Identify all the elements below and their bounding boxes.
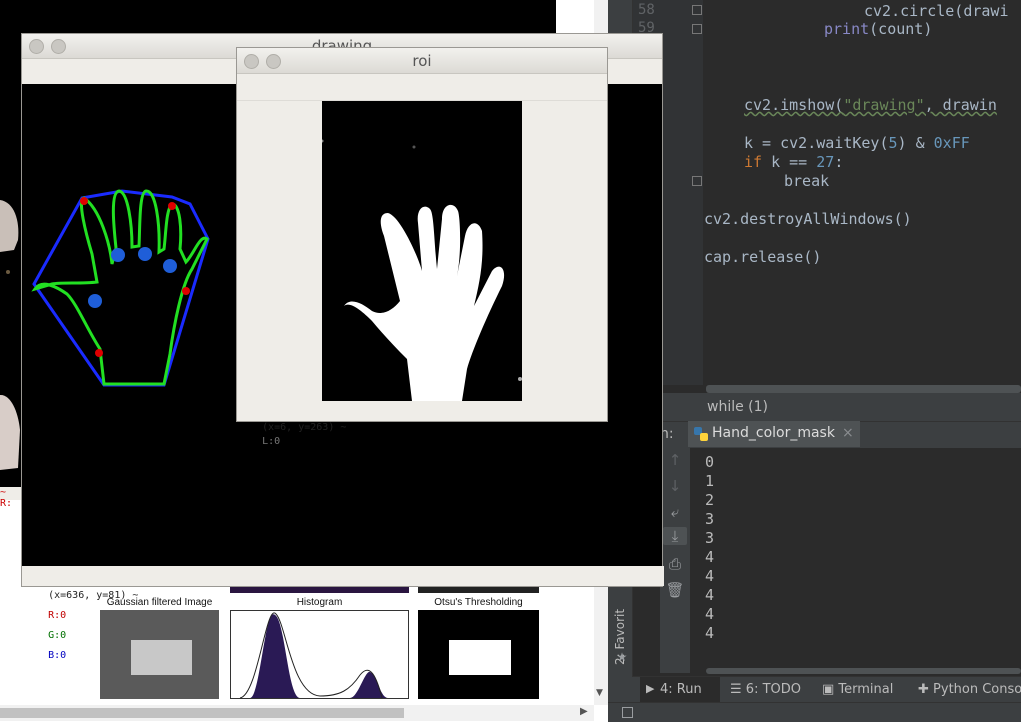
if-colon: : <box>834 153 844 171</box>
console-line: 3 <box>705 510 715 528</box>
console-line: 4 <box>705 624 715 642</box>
python-console-icon: ✚ <box>918 682 934 697</box>
console-line: 4 <box>705 605 715 623</box>
tab-todo[interactable]: ☰ 6: TODO <box>730 682 801 697</box>
scroll-to-end-icon[interactable]: ⤓ <box>663 527 687 545</box>
figure-label-histogram: Histogram <box>296 597 343 608</box>
print-keyword: print <box>824 20 870 38</box>
console-line: 2 <box>705 491 715 509</box>
tab-run[interactable]: ▶ 4: Run <box>640 677 720 703</box>
run-toolbar: ↑ ↓ ⤶ ⤓ ⎙ 🗑 <box>660 447 690 673</box>
code-line-waitkey[interactable]: k = cv2.waitKey(5) & 0xFF <box>744 134 970 152</box>
todo-icon: ☰ <box>730 682 746 697</box>
breadcrumb-item[interactable]: while (1) <box>707 399 768 415</box>
pycharm-ide: 58 59 cv2.circle(drawi print(count) cv2.… <box>608 0 1021 722</box>
tab-terminal-label: Terminal <box>838 682 894 697</box>
roi-window-title: roi <box>412 52 432 70</box>
background-window-status-bar: ~ R: <box>0 487 22 509</box>
close-icon[interactable]: × <box>842 425 854 441</box>
print-args: (count) <box>869 20 933 38</box>
code-line-break[interactable]: break <box>784 172 829 190</box>
if-number: 27 <box>816 153 835 171</box>
figure-label-otsu: Otsu's Thresholding <box>434 597 523 608</box>
roi-status-coords: (x=6, y=263) ~ <box>262 422 347 433</box>
page-horizontal-scrollbar[interactable]: ▶ <box>0 705 594 721</box>
console-horizontal-scrollbar[interactable] <box>706 668 1021 674</box>
waitkey-hex: 0xFF <box>933 134 970 152</box>
drawing-window-status-bar: (x=636, y=81) ~ R:0 G:0 B:0 <box>22 566 664 661</box>
status-r: R:0 <box>48 610 67 621</box>
tab-run-label: 4: Run <box>660 682 702 697</box>
code-line-release[interactable]: cap.release() <box>704 248 821 266</box>
code-line-58[interactable]: cv2.circle(drawi <box>864 2 1009 20</box>
roi-window-titlebar[interactable]: roi <box>237 48 607 74</box>
code-line-59[interactable]: print(count) <box>824 20 932 38</box>
tab-python-console-label: Python Consol <box>933 682 1021 697</box>
scroll-right-arrow[interactable]: ▶ <box>580 706 588 717</box>
code-line-imshow[interactable]: cv2.imshow("drawing", drawin <box>744 96 997 114</box>
line-number: 58 <box>638 2 655 18</box>
console-line: 1 <box>705 472 715 490</box>
status-g: G:0 <box>48 630 67 641</box>
console-line: 4 <box>705 567 715 585</box>
tab-terminal[interactable]: ▣ Terminal <box>822 682 893 697</box>
roi-window-status-bar: (x=6, y=263) ~ L:0 <box>237 407 608 447</box>
status-b: B:0 <box>48 650 67 661</box>
roi-hand-mask-image <box>322 101 522 401</box>
bottom-tool-tabs: ▶ 4: Run ☰ 6: TODO ▣ Terminal ✚ Python C… <box>632 676 1021 703</box>
up-arrow-icon[interactable]: ↑ <box>663 451 687 469</box>
ide-status-bar <box>608 702 1021 722</box>
gaussian-filtered-image <box>100 610 219 699</box>
fold-marker-icon[interactable] <box>692 5 702 15</box>
waitkey-text: k = cv2.waitKey( <box>744 134 889 152</box>
tab-python-console[interactable]: ✚ Python Consol <box>918 682 1021 697</box>
status-coords: (x=636, y=81) ~ <box>48 590 139 601</box>
editor-horizontal-scrollbar[interactable] <box>706 385 1021 393</box>
layout-toggle-icon[interactable] <box>622 707 633 718</box>
soft-wrap-icon[interactable]: ⤶ <box>663 503 687 521</box>
scroll-down-arrow[interactable]: ▼ <box>596 688 603 698</box>
console-line: 4 <box>705 548 715 566</box>
waitkey-number: 5 <box>888 134 898 152</box>
if-keyword: if <box>744 153 763 171</box>
imshow-string: "drawing" <box>843 96 925 114</box>
run-icon: ▶ <box>646 682 655 695</box>
code-line-destroy[interactable]: cv2.destroyAllWindows() <box>704 210 912 228</box>
console-line: 0 <box>705 453 715 471</box>
roi-status-l: L:0 <box>262 436 281 447</box>
code-line-if[interactable]: if k == 27: <box>744 153 843 171</box>
python-file-icon <box>694 426 708 441</box>
waitkey-text-b: ) & <box>897 134 934 152</box>
console-output[interactable]: 0 1 2 3 3 4 4 4 4 4 <box>705 453 714 643</box>
tab-todo-label: 6: TODO <box>745 682 801 697</box>
imshow-rest: , drawin <box>924 96 997 114</box>
tab-label: Hand_color_mask <box>712 425 835 441</box>
fold-marker-icon[interactable] <box>692 176 702 186</box>
print-icon[interactable]: ⎙ <box>663 555 687 573</box>
down-arrow-icon[interactable]: ↓ <box>663 477 687 495</box>
trash-icon[interactable]: 🗑 <box>663 581 687 599</box>
console-line: 4 <box>705 586 715 604</box>
background-window-skin-image <box>0 200 20 470</box>
imshow-call: cv2.imshow( <box>744 96 844 114</box>
horizontal-scroll-thumb[interactable] <box>0 708 404 718</box>
terminal-icon: ▣ <box>822 682 839 697</box>
histogram-image <box>230 610 409 699</box>
roi-window-toolbar <box>237 74 607 101</box>
if-text: k == <box>762 153 817 171</box>
star-icon[interactable]: ★ <box>610 650 634 664</box>
roi-window[interactable]: roi (x=6, y=263) ~ L:0 <box>236 47 608 447</box>
otsu-threshold-image <box>418 610 539 699</box>
fold-marker-icon[interactable] <box>692 24 702 34</box>
tab-hand-color-mask[interactable]: Hand_color_mask × <box>688 421 860 447</box>
breadcrumb[interactable]: while (1) <box>608 393 1021 421</box>
console-line: 3 <box>705 529 715 547</box>
